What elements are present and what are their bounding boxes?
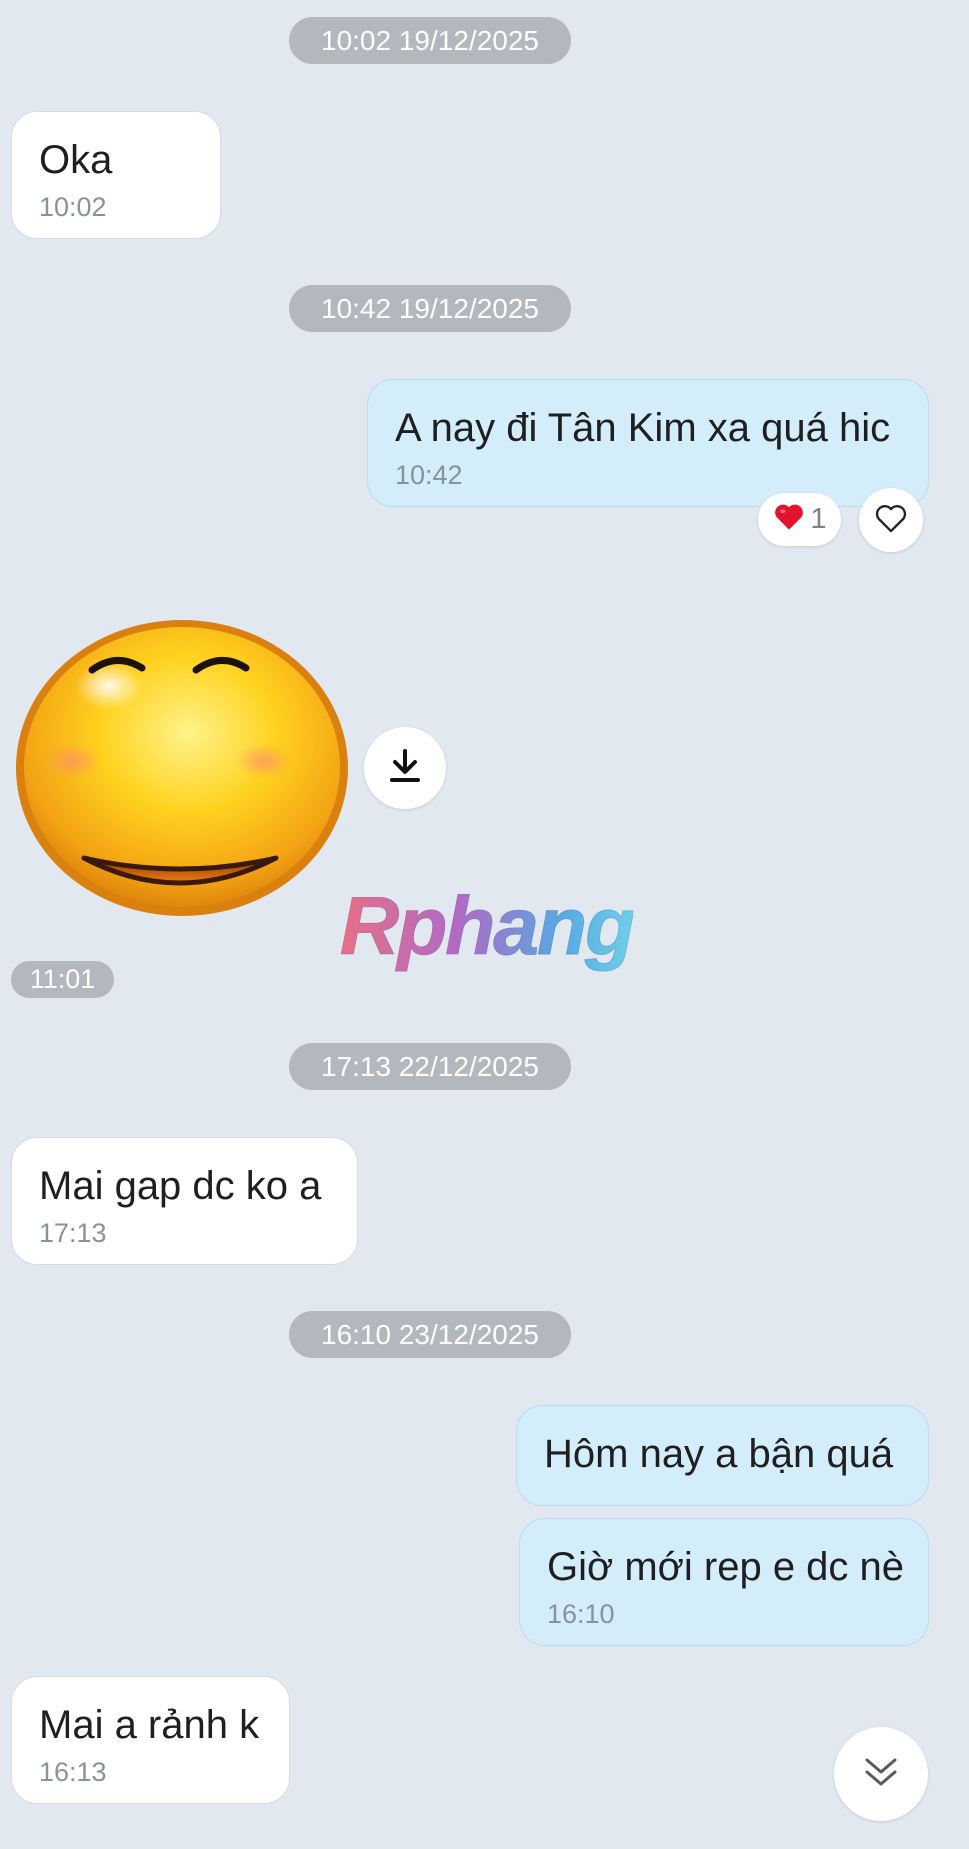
chevron-double-down-icon <box>861 1754 901 1795</box>
message-time: 10:42 <box>395 460 463 490</box>
sticker-time-label: 11:01 <box>29 964 96 994</box>
sticker-time: 11:01 <box>11 961 114 998</box>
date-separator-label: 16:10 23/12/2025 <box>321 1318 539 1350</box>
smiley-face-icon <box>16 620 348 916</box>
message-time: 17:13 <box>39 1218 107 1248</box>
react-button[interactable] <box>859 488 923 552</box>
red-heart-emoji-icon <box>772 501 806 539</box>
outgoing-message-bubble[interactable]: Hôm nay a bận quá <box>516 1405 929 1506</box>
download-icon <box>388 748 422 789</box>
reaction-summary[interactable]: 1 <box>758 493 841 546</box>
outgoing-message-bubble[interactable]: A nay đi Tân Kim xa quá hic 10:42 <box>367 379 929 507</box>
incoming-message-bubble[interactable]: Mai a rảnh k 16:13 <box>11 1676 290 1804</box>
message-text: Hôm nay a bận quá <box>544 1432 894 1476</box>
smiley-sticker[interactable] <box>14 618 350 918</box>
watermark-logo: Rphang <box>339 881 635 973</box>
date-separator: 10:42 19/12/2025 <box>289 285 571 332</box>
reaction-count: 1 <box>810 503 827 535</box>
date-separator: 10:02 19/12/2025 <box>289 17 571 64</box>
message-time: 10:02 <box>39 192 107 222</box>
incoming-message-bubble[interactable]: Mai gap dc ko a 17:13 <box>11 1137 358 1265</box>
message-time: 16:13 <box>39 1757 107 1787</box>
date-separator-label: 10:02 19/12/2025 <box>321 24 539 56</box>
message-text: Oka <box>39 138 113 182</box>
message-text: A nay đi Tân Kim xa quá hic <box>395 406 891 450</box>
date-separator-label: 10:42 19/12/2025 <box>321 292 539 324</box>
scroll-to-bottom-button[interactable] <box>834 1727 928 1821</box>
date-separator: 16:10 23/12/2025 <box>289 1311 571 1358</box>
outgoing-message-bubble[interactable]: Giờ mới rep e dc nè 16:10 <box>519 1518 929 1646</box>
incoming-message-bubble[interactable]: Oka 10:02 <box>11 111 221 239</box>
message-text: Mai a rảnh k <box>39 1703 260 1747</box>
message-time: 16:10 <box>547 1599 615 1629</box>
download-button[interactable] <box>364 727 446 809</box>
message-text: Mai gap dc ko a <box>39 1164 322 1208</box>
date-separator: 17:13 22/12/2025 <box>289 1043 571 1090</box>
message-text: Giờ mới rep e dc nè <box>547 1545 905 1589</box>
heart-icon <box>873 502 909 539</box>
date-separator-label: 17:13 22/12/2025 <box>321 1050 539 1082</box>
